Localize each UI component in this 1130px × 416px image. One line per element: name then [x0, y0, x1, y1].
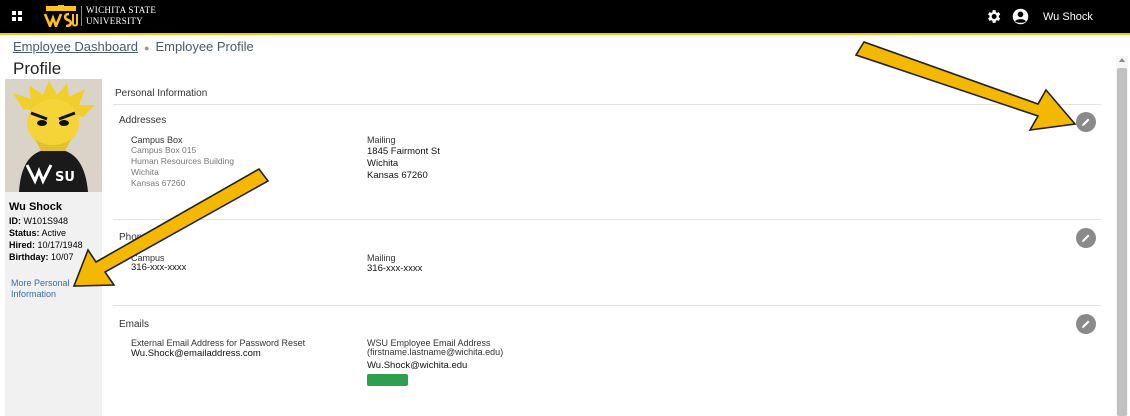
edit-emails-button[interactable] — [1076, 314, 1096, 334]
campus-box-line: Campus Box 015 — [131, 145, 197, 155]
employee-id-label: ID: — [9, 216, 21, 226]
phones-heading: Phones — [119, 232, 153, 243]
user-circle-icon[interactable] — [1012, 8, 1029, 25]
scrollbar-thumb[interactable] — [1117, 68, 1127, 416]
top-bar: Wichita State University Wu Shock — [0, 0, 1130, 33]
personal-information-heading: Personal Information — [115, 88, 208, 99]
employee-hired: Hired: 10/17/1948 — [9, 240, 83, 250]
external-email-value: Wu.Shock@emailaddress.com — [131, 348, 261, 359]
edit-addresses-button[interactable] — [1076, 112, 1096, 132]
pencil-icon — [1082, 234, 1090, 242]
university-name: Wichita State University — [86, 5, 156, 27]
employee-hired-value: 10/17/1948 — [37, 240, 83, 250]
avatar: SU — [5, 79, 102, 192]
employee-status: Status: Active — [9, 228, 66, 238]
divider — [113, 305, 1101, 306]
employee-status-value: Active — [41, 228, 67, 238]
pencil-icon — [1082, 320, 1090, 328]
personal-information-panel: Personal Information Addresses Campus Bo… — [113, 79, 1101, 416]
campus-box-line: Kansas 67260 — [131, 178, 186, 188]
breadcrumb-employee-profile: Employee Profile — [155, 39, 254, 54]
breadcrumb-separator: ● — [144, 43, 150, 53]
mailing-address-line: Kansas 67260 — [367, 170, 428, 181]
gear-icon[interactable] — [985, 8, 1002, 25]
pencil-icon — [1082, 118, 1090, 126]
external-email-label: External Email Address for Password Rese… — [131, 338, 306, 348]
university-name-line2: University — [86, 16, 143, 26]
edit-phones-button[interactable] — [1076, 228, 1096, 248]
apps-grid-icon[interactable] — [12, 11, 22, 21]
emails-heading: Emails — [119, 319, 150, 330]
employee-id: ID: W101S948 — [9, 216, 68, 226]
profile-sidebar: SU Wu Shock ID: W101S948 Status: Active … — [5, 79, 102, 416]
campus-box-line: Wichita — [131, 167, 159, 177]
more-personal-information-link[interactable]: More Personal Information — [11, 278, 81, 300]
employee-birthday-value: 10/07 — [51, 252, 74, 262]
status-badge — [367, 374, 408, 386]
wsu-logo[interactable] — [44, 5, 78, 27]
page-title: Profile — [13, 59, 62, 78]
mailing-phone-value: 316-xxx-xxxx — [367, 263, 423, 274]
university-name-line1: Wichita State — [86, 5, 157, 15]
campus-box-line: Human Resources Building — [131, 156, 234, 166]
logo-divider — [81, 6, 82, 26]
employee-birthday: Birthday: 10/07 — [9, 252, 74, 262]
employee-birthday-label: Birthday: — [9, 252, 49, 262]
mailing-address: 1845 Fairmont St Wichita Kansas 67260 — [367, 146, 440, 182]
campus-phone-value: 316-xxx-xxxx — [131, 262, 187, 273]
divider — [113, 219, 1101, 220]
employee-hired-label: Hired: — [9, 240, 36, 250]
employee-id-value: W101S948 — [23, 216, 69, 226]
user-name[interactable]: Wu Shock — [1043, 11, 1093, 23]
wsu-email-hint: (firstname.lastname@wichita.edu) — [367, 347, 504, 357]
mailing-address-label: Mailing — [367, 135, 396, 145]
employee-name: Wu Shock — [9, 201, 62, 213]
accent-line — [0, 33, 1130, 35]
divider — [113, 104, 1101, 105]
wsu-email-value: Wu.Shock@wichita.edu — [367, 360, 468, 371]
campus-box-address: Campus Box 015 Human Resources Building … — [131, 145, 234, 189]
scroll-up-arrow-icon[interactable] — [1119, 58, 1125, 62]
mailing-address-line: 1845 Fairmont St — [367, 146, 440, 157]
campus-box-label: Campus Box — [131, 135, 183, 145]
breadcrumb-employee-dashboard[interactable]: Employee Dashboard — [13, 39, 138, 54]
addresses-heading: Addresses — [119, 115, 167, 126]
employee-status-label: Status: — [9, 228, 40, 238]
mailing-address-line: Wichita — [367, 158, 399, 169]
svg-text:SU: SU — [55, 170, 75, 185]
breadcrumb: Employee Dashboard ● Employee Profile — [13, 39, 254, 54]
mailing-phone-label: Mailing — [367, 253, 396, 263]
